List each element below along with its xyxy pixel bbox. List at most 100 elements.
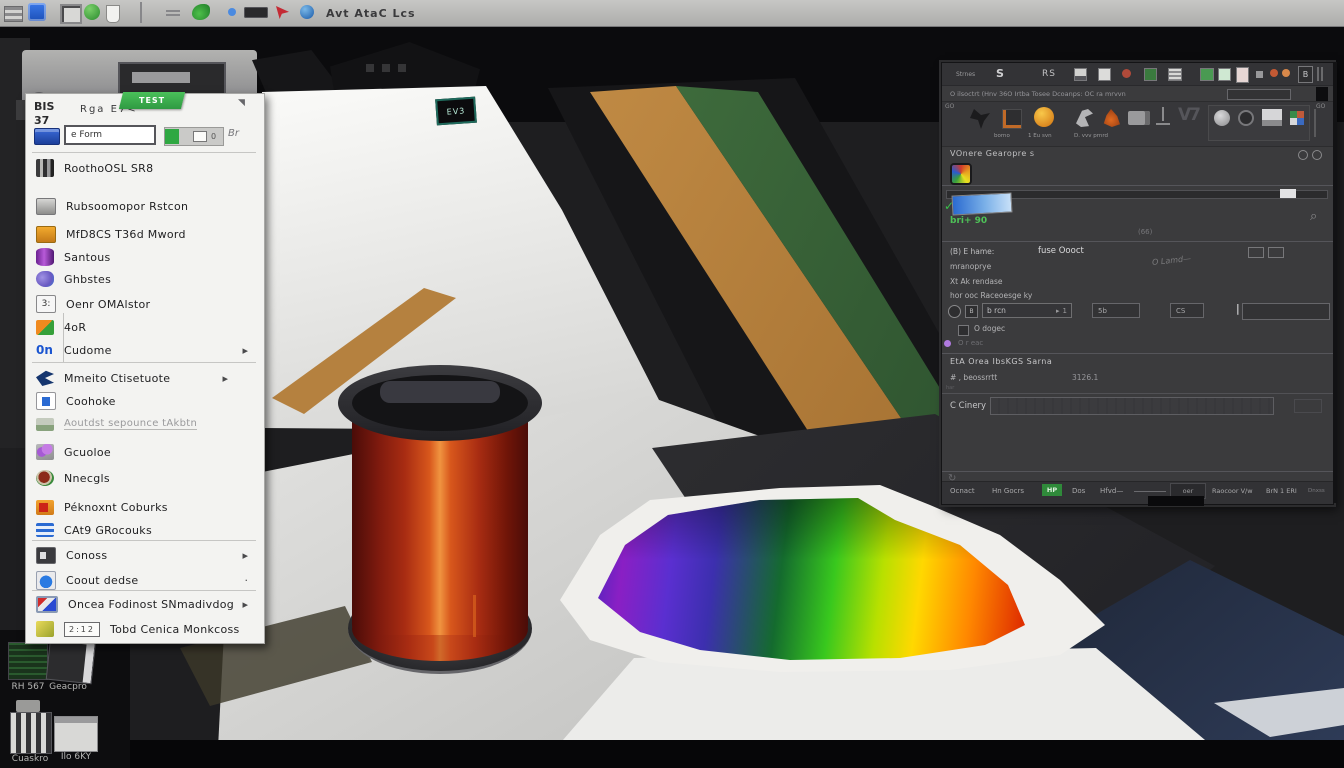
machine-slot-inner — [132, 72, 190, 83]
green-leaf-icon[interactable] — [192, 4, 210, 20]
red-canister[interactable] — [335, 365, 545, 681]
desktop-icon-ilo6ky[interactable] — [54, 716, 98, 752]
output-side-button[interactable] — [1294, 399, 1322, 413]
panel-top-b-box[interactable]: B — [1298, 66, 1313, 83]
face-icon[interactable] — [1214, 110, 1230, 126]
menu-item-conoss[interactable]: Conoss ▸ — [26, 543, 262, 567]
timeline-handle[interactable] — [1280, 189, 1296, 198]
panel-top-small-text: Strnes — [956, 71, 976, 78]
menu-item-oncea[interactable]: Oncea Fodinost SNmadivdog ▸ — [26, 592, 262, 616]
wide-field[interactable] — [1242, 303, 1330, 320]
menu-item-coohoke[interactable]: Coohoke — [26, 389, 262, 413]
status-hfvd[interactable]: Hfvd— — [1100, 487, 1123, 495]
pixels-icon[interactable] — [1290, 111, 1304, 125]
render-settings-panel: Strnes S RS B O ilsoctrt (Hnv 36O Irtba … — [941, 62, 1334, 505]
menu-item-oenr[interactable]: 3: Oenr OMAlstor — [26, 292, 262, 316]
menu-item-gcuoloe[interactable]: Gcuoloe — [26, 440, 262, 464]
menu-item-rubsoomopor[interactable]: Rubsoomopor Rstcon — [26, 194, 262, 218]
panel-top-icon-green2[interactable] — [1200, 68, 1214, 81]
cup-icon[interactable] — [106, 5, 120, 23]
panel-top-icon-mint[interactable] — [1218, 68, 1231, 81]
orange-sphere-icon[interactable] — [1034, 107, 1054, 127]
menu-item-cat9[interactable]: CAt9 GRocouks — [26, 518, 262, 542]
mini-slider[interactable] — [1314, 109, 1316, 137]
panel-top-icon-b[interactable] — [1098, 68, 1111, 81]
panel-top-icon-a[interactable] — [1074, 68, 1087, 81]
keyboard-icon[interactable] — [244, 7, 268, 18]
menu-item-nnecgls[interactable]: Nnecgls — [26, 466, 262, 490]
menu-item-4or[interactable]: 4oR — [26, 315, 262, 339]
menu-item-mmeito[interactable]: Mmeito Ctisetuote ▸ — [26, 366, 262, 390]
dark-monitor-icon — [36, 546, 56, 564]
color-shapes-icon — [36, 319, 54, 335]
menu-item-santous[interactable]: Santous — [26, 245, 262, 269]
menu-separator — [32, 152, 256, 153]
red-cursor-icon[interactable] — [276, 6, 289, 19]
machine-indicator-dots — [366, 64, 406, 72]
framed-picture-icon[interactable] — [60, 4, 82, 24]
name-mini-box-a[interactable] — [1248, 247, 1264, 258]
equals-icon[interactable] — [166, 10, 180, 16]
menu-search-input[interactable]: e Form — [64, 125, 156, 145]
menu-item-peknoxnt[interactable]: Péknoxnt Coburks — [26, 495, 262, 519]
reac-label: O r eac — [958, 339, 984, 347]
pin-icon[interactable]: ◥ — [238, 98, 245, 108]
color-sphere-icon[interactable] — [950, 163, 972, 185]
menu-item-ghbstes[interactable]: Ghbstes — [26, 267, 262, 291]
panel-top-icon-red-dot[interactable] — [1122, 69, 1131, 78]
crate-icon[interactable] — [1002, 109, 1022, 129]
panel-top-icon-sq[interactable] — [1256, 71, 1263, 78]
preview-thumbnail[interactable] — [951, 192, 1013, 216]
status-dos[interactable]: Dos — [1072, 487, 1085, 495]
menu-item-cudome[interactable]: 0n Cudome ▸ — [26, 338, 262, 362]
panel-info-black-square[interactable] — [1316, 87, 1328, 102]
status-ocnact[interactable]: Ocnact — [950, 487, 975, 495]
camera-icon[interactable] — [1128, 111, 1150, 125]
output-input[interactable] — [990, 397, 1274, 415]
can-body — [352, 410, 528, 635]
blue-globe-icon[interactable] — [300, 5, 314, 19]
panel-top-icon-pink[interactable] — [1236, 67, 1249, 83]
panel-top-icon-c[interactable] — [1168, 68, 1182, 81]
panel-notch — [1148, 496, 1204, 506]
radio-button[interactable] — [948, 305, 961, 318]
desktop-icon-cuaskro[interactable] — [10, 712, 52, 754]
status-hngocrs[interactable]: Hn Gocrs — [992, 487, 1024, 495]
menu-item-tobd[interactable]: 2:12 Tobd Cenica Monkcoss — [26, 617, 262, 641]
status-brn[interactable]: BrN 1 ERI — [1266, 487, 1297, 495]
panel-top-icon-green[interactable] — [1144, 68, 1157, 81]
value-field-1[interactable]: 5b — [1092, 303, 1140, 318]
blue-droplet-icon — [36, 570, 56, 590]
status-raocoor[interactable]: Raocoor V/w — [1212, 487, 1253, 495]
printer-icon[interactable] — [1262, 109, 1282, 126]
menu-item-roothoosl[interactable]: RoothoOSL SR8 — [26, 156, 262, 180]
gray-folder-icon — [36, 197, 56, 215]
menu-item-mfd8cs[interactable]: MfD8CS T36d Mword — [26, 222, 262, 246]
dogec-checkbox[interactable] — [958, 325, 969, 336]
lens-icon[interactable] — [1238, 110, 1254, 126]
menu-item-aoutdst[interactable]: Aoutdst sepounce tAkbtn — [26, 412, 262, 436]
desktop-icon-rh567[interactable] — [8, 642, 48, 680]
panel-top-icon-orange-dot[interactable] — [1270, 69, 1278, 77]
panel-info-input[interactable] — [1227, 89, 1291, 100]
b-checkbox[interactable]: B — [965, 305, 978, 318]
green-sphere-icon[interactable] — [84, 4, 100, 20]
panel-top-icon-amber-dot[interactable] — [1282, 69, 1290, 77]
value-field-2[interactable]: CS — [1170, 303, 1204, 318]
menu-separator — [32, 362, 256, 363]
status-dnxss[interactable]: Dnxss — [1308, 488, 1325, 494]
blue-dot-icon[interactable] — [228, 8, 236, 16]
name-mini-box-b[interactable] — [1268, 247, 1284, 258]
menu-item-coout[interactable]: Coout dedse · — [26, 568, 262, 592]
tripod-icon[interactable] — [1156, 107, 1170, 127]
zoom-circle-b[interactable] — [1312, 150, 1322, 160]
dogec-label[interactable]: O dogec — [974, 324, 1005, 333]
blue-document-icon[interactable] — [28, 3, 46, 21]
stacked-cards-icon[interactable] — [4, 6, 23, 22]
status-hp-chip[interactable]: HP — [1042, 484, 1062, 496]
magnifier-icon[interactable]: ⌕ — [1310, 209, 1317, 224]
menu-toggle[interactable]: 0 — [164, 127, 224, 146]
icon-label-1: borno — [994, 133, 1010, 139]
zoom-circle-a[interactable] — [1298, 150, 1308, 160]
mode-dropdown[interactable]: b rcn ▸ 1 — [982, 303, 1072, 318]
